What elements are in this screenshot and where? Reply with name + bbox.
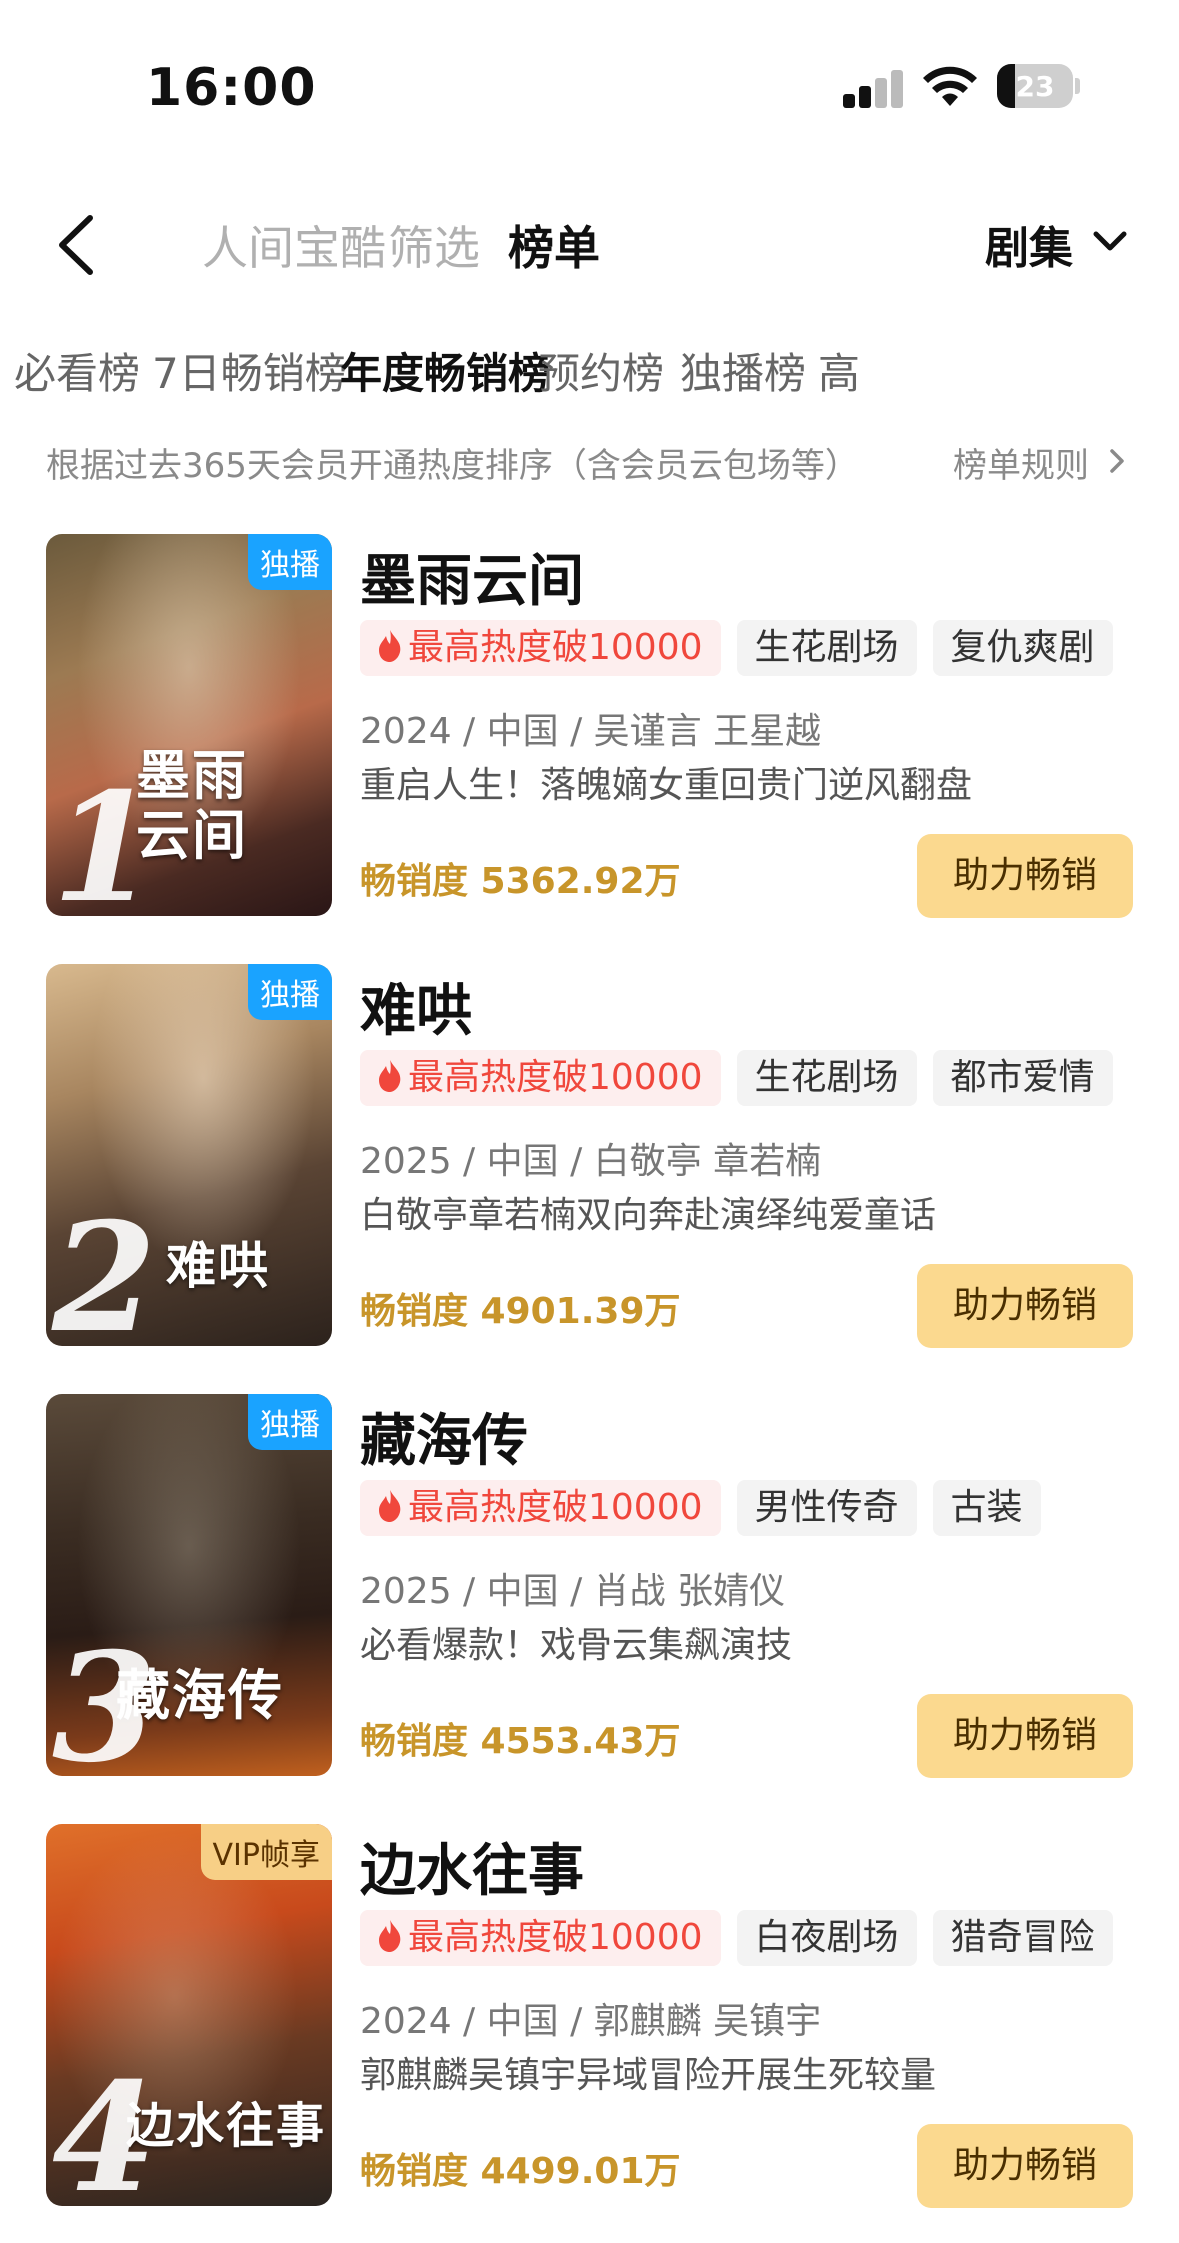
drama-title[interactable]: 难哄 <box>360 966 472 1047</box>
boost-sales-button[interactable]: 助力畅销 <box>917 1694 1133 1778</box>
drama-tagline: 必看爆款！戏骨云集飙演技 <box>360 1625 793 1666</box>
list-item[interactable]: VIP帧享 边水往事 4 边水往事 最高热度破10000 白夜剧场 猎奇冒险 2… <box>0 1824 1179 2214</box>
drama-meta: 2024 / 中国 / 吴谨言 王星越 <box>360 711 822 752</box>
poster-title: 边水往事 <box>126 2098 327 2154</box>
flame-icon <box>379 1920 401 1952</box>
boost-sales-button[interactable]: 助力畅销 <box>917 834 1133 918</box>
list-item[interactable]: 独播 难哄 2 难哄 最高热度破10000 生花剧场 都市爱情 2025 / 中… <box>0 964 1179 1354</box>
poster-title: 难哄 <box>166 1237 270 1295</box>
genre-tag: 都市爱情 <box>932 1050 1113 1106</box>
flame-icon <box>379 630 401 662</box>
ranking-rules-link[interactable]: 榜单规则 <box>953 438 1089 487</box>
flame-icon <box>379 1490 401 1522</box>
tag-list: 最高热度破10000 白夜剧场 猎奇冒险 <box>360 1910 1113 1966</box>
exclusive-badge: 独播 <box>248 534 332 590</box>
tag-list: 最高热度破10000 男性传奇 古装 <box>360 1480 1041 1536</box>
drama-title[interactable]: 藏海传 <box>360 1396 528 1477</box>
genre-tag: 古装 <box>932 1480 1041 1536</box>
tag-list: 最高热度破10000 生花剧场 都市爱情 <box>360 1050 1113 1106</box>
rank-tab-7day[interactable]: 7日畅销榜 <box>152 340 347 401</box>
tag-list: 最高热度破10000 生花剧场 复仇爽剧 <box>360 620 1113 676</box>
drama-tagline: 郭麒麟吴镇宇异域冒险开展生死较量 <box>360 2055 937 2096</box>
poster-image[interactable]: 独播 墨雨 云间 1 <box>46 534 332 916</box>
drama-title[interactable]: 边水往事 <box>360 1826 584 1907</box>
list-item[interactable]: 独播 墨雨 云间 1 墨雨云间 最高热度破10000 生花剧场 复仇爽剧 202… <box>0 534 1179 924</box>
battery-icon: 23 <box>997 64 1073 108</box>
genre-tag: 白夜剧场 <box>736 1910 917 1966</box>
poster-image[interactable]: 独播 藏海传 3 <box>46 1394 332 1776</box>
drama-title[interactable]: 墨雨云间 <box>360 536 584 617</box>
battery-tip <box>1075 78 1080 94</box>
hot-tag-label: 最高热度破10000 <box>408 1917 703 1958</box>
flame-icon <box>379 1060 401 1092</box>
hot-tag-label: 最高热度破10000 <box>408 627 703 668</box>
rank-number: 2 <box>52 1190 157 1346</box>
hot-tag-label: 最高热度破10000 <box>408 1487 703 1528</box>
rank-tab-reservation[interactable]: 预约榜 <box>538 340 664 401</box>
list-item[interactable]: 独播 藏海传 3 藏海传 最高热度破10000 男性传奇 古装 2025 / 中… <box>0 1394 1179 1784</box>
wifi-icon <box>923 66 977 106</box>
rank-number: 1 <box>52 760 157 916</box>
chevron-right-icon[interactable] <box>1108 447 1126 475</box>
rank-number: 3 <box>52 1620 157 1776</box>
exclusive-badge: 独播 <box>248 1394 332 1450</box>
rank-tab-must-watch[interactable]: 必看榜 <box>14 340 140 401</box>
vip-badge: VIP帧享 <box>200 1824 332 1880</box>
chevron-down-icon[interactable] <box>1090 226 1130 256</box>
drama-tagline: 白敬亭章若楠双向奔赴演绎纯爱童话 <box>360 1195 937 1236</box>
hot-tag: 最高热度破10000 <box>360 1050 721 1106</box>
ranking-description: 根据过去365天会员开通热度排序（含会员云包场等） <box>46 446 859 486</box>
poster-image[interactable]: VIP帧享 边水往事 4 <box>46 1824 332 2206</box>
genre-tag: 生花剧场 <box>736 1050 917 1106</box>
sales-score: 畅销度 5362.92万 <box>360 861 681 902</box>
nav-tab-filter[interactable]: 筛选 <box>388 212 480 278</box>
rank-number: 4 <box>52 2050 157 2206</box>
rank-tab-exclusive[interactable]: 独播榜 <box>680 340 806 401</box>
status-bar: 16:00 23 <box>0 0 1179 150</box>
poster-title: 墨雨 云间 <box>136 744 248 867</box>
category-dropdown[interactable]: 剧集 <box>985 212 1073 276</box>
genre-tag: 复仇爽剧 <box>932 620 1113 676</box>
cellular-signal-icon <box>843 68 903 108</box>
status-time: 16:00 <box>146 58 317 118</box>
hot-tag: 最高热度破10000 <box>360 1910 721 1966</box>
battery-level: 23 <box>1015 70 1055 103</box>
nav-tab-ranking[interactable]: 榜单 <box>508 212 600 278</box>
drama-meta: 2025 / 中国 / 肖战 张婧仪 <box>360 1571 786 1612</box>
rank-tab-annual[interactable]: 年度畅销榜 <box>340 340 550 401</box>
boost-sales-button[interactable]: 助力畅销 <box>917 2124 1133 2208</box>
hot-tag: 最高热度破10000 <box>360 620 721 676</box>
drama-meta: 2025 / 中国 / 白敬亭 章若楠 <box>360 1141 822 1182</box>
sales-score: 畅销度 4901.39万 <box>360 1291 681 1332</box>
hot-tag-label: 最高热度破10000 <box>408 1057 703 1098</box>
rank-tab-high[interactable]: 高 <box>818 340 860 401</box>
genre-tag: 男性传奇 <box>736 1480 917 1536</box>
boost-sales-button[interactable]: 助力畅销 <box>917 1264 1133 1348</box>
drama-tagline: 重启人生！落魄嫡女重回贵门逆风翻盘 <box>360 765 973 806</box>
hot-tag: 最高热度破10000 <box>360 1480 721 1536</box>
drama-meta: 2024 / 中国 / 郭麒麟 吴镇宇 <box>360 2001 822 2042</box>
back-arrow-icon[interactable] <box>50 210 110 280</box>
exclusive-badge: 独播 <box>248 964 332 1020</box>
genre-tag: 生花剧场 <box>736 620 917 676</box>
nav-tab-recommend[interactable]: 人间宝酷 <box>202 212 386 278</box>
sales-score: 畅销度 4553.43万 <box>360 1721 681 1762</box>
sales-score: 畅销度 4499.01万 <box>360 2151 681 2192</box>
genre-tag: 猎奇冒险 <box>932 1910 1113 1966</box>
poster-image[interactable]: 独播 难哄 2 <box>46 964 332 1346</box>
